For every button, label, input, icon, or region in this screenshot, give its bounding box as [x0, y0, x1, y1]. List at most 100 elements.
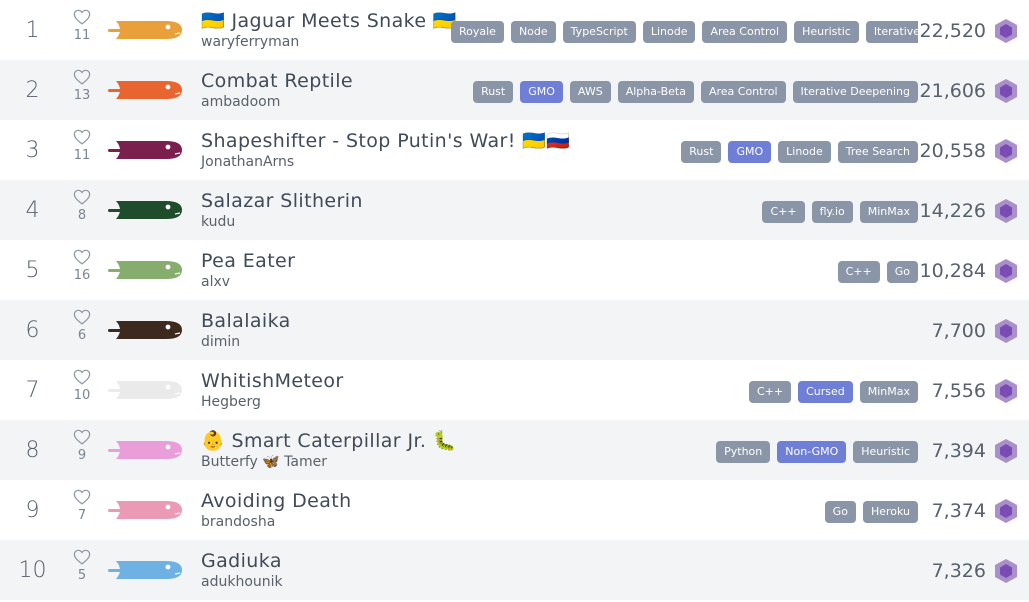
rank-number: 6	[25, 318, 40, 343]
author-name[interactable]: Butterfy 🦋 Tamer	[201, 453, 457, 471]
heart-icon[interactable]	[73, 129, 91, 145]
tag-badge: fly.io	[811, 201, 853, 223]
tag-list: C++ Cursed MinMax	[748, 381, 918, 403]
snake-info[interactable]: Shapeshifter - Stop Putin's War! 🇺🇦🇷🇺 Jo…	[201, 129, 570, 171]
gem-icon	[995, 259, 1017, 283]
tag-list: C++ Go	[837, 261, 918, 283]
leaderboard-row[interactable]: 7 10 WhitishMeteor Hegberg C++ Cursed MinM…	[0, 360, 1029, 420]
tag-list: Python Non-GMO Heuristic	[716, 441, 918, 463]
heart-icon[interactable]	[73, 189, 91, 205]
rank-number: 10	[18, 558, 47, 583]
author-name[interactable]: Hegberg	[201, 393, 344, 411]
leaderboard-row[interactable]: 10 5 Gadiuka adukhounik 7,326	[0, 540, 1029, 600]
tag-badge: Non-GMO	[777, 441, 847, 463]
leaderboard-row[interactable]: 1 11 🇺🇦 Jaguar Meets Snake 🇺🇦 waryferrym…	[0, 0, 1029, 60]
like-control[interactable]: 11	[62, 9, 102, 43]
leaderboard-row[interactable]: 6 6 Balalaika dimin 7,700	[0, 300, 1029, 360]
like-control[interactable]: 13	[62, 69, 102, 103]
like-control[interactable]: 5	[62, 549, 102, 583]
snake-name[interactable]: Salazar Slitherin	[201, 189, 363, 213]
like-control[interactable]: 10	[62, 369, 102, 403]
like-control[interactable]: 8	[62, 189, 102, 223]
tag-badge: GMO	[728, 141, 772, 163]
tag-badge: Iterative Deepening	[792, 81, 918, 103]
snake-name[interactable]: Avoiding Death	[201, 489, 352, 513]
author-name[interactable]: dimin	[201, 333, 291, 351]
leaderboard-row[interactable]: 3 11 Shapeshifter - Stop Putin's War! 🇺🇦…	[0, 120, 1029, 180]
snake-info[interactable]: Avoiding Death brandosha	[201, 489, 352, 531]
snake-name[interactable]: Combat Reptile	[201, 69, 353, 93]
heart-icon[interactable]	[73, 549, 91, 565]
snake-name[interactable]: Shapeshifter - Stop Putin's War! 🇺🇦🇷🇺	[201, 129, 570, 153]
snake-avatar-icon	[108, 561, 182, 579]
like-control[interactable]: 9	[62, 429, 102, 463]
score-value: 7,374	[931, 500, 986, 522]
like-control[interactable]: 7	[62, 489, 102, 523]
snake-info[interactable]: Balalaika dimin	[201, 309, 291, 351]
heart-icon[interactable]	[73, 429, 91, 445]
snake-info[interactable]: Salazar Slitherin kudu	[201, 189, 363, 231]
author-name[interactable]: alxv	[201, 273, 295, 291]
like-count: 7	[77, 508, 87, 523]
tag-badge: Tree Search	[837, 141, 918, 163]
snake-name[interactable]: Gadiuka	[201, 549, 283, 573]
snake-name[interactable]: WhitishMeteor	[201, 369, 344, 393]
like-count: 13	[73, 88, 91, 103]
leaderboard-row[interactable]: 8 9 👶 Smart Caterpillar Jr. 🐛 Butterfy 🦋…	[0, 420, 1029, 480]
snake-avatar-icon	[108, 381, 182, 399]
snake-info[interactable]: 👶 Smart Caterpillar Jr. 🐛 Butterfy 🦋 Tam…	[201, 429, 457, 471]
snake-info[interactable]: Gadiuka adukhounik	[201, 549, 283, 591]
heart-icon[interactable]	[73, 489, 91, 505]
like-count: 16	[73, 268, 91, 283]
tag-list: Royale Node TypeScript Linode Area Control He…	[451, 21, 918, 43]
author-name[interactable]: kudu	[201, 213, 363, 231]
rank-number: 2	[25, 78, 40, 103]
tag-badge: Python	[716, 441, 771, 463]
score-value: 7,394	[931, 440, 986, 462]
rank-number: 7	[25, 378, 40, 403]
score-value: 7,700	[931, 320, 986, 342]
gem-icon	[995, 319, 1017, 343]
like-control[interactable]: 11	[62, 129, 102, 163]
author-name[interactable]: waryferryman	[201, 33, 457, 51]
snake-name[interactable]: 👶 Smart Caterpillar Jr. 🐛	[201, 429, 457, 453]
author-name[interactable]: adukhounik	[201, 573, 283, 591]
tag-badge: Rust	[681, 141, 722, 163]
tag-list: C++ fly.io MinMax	[762, 201, 918, 223]
like-control[interactable]: 16	[62, 249, 102, 283]
leaderboard: 1 11 🇺🇦 Jaguar Meets Snake 🇺🇦 waryferrym…	[0, 0, 1029, 600]
heart-icon[interactable]	[73, 249, 91, 265]
tag-badge: Linode	[642, 21, 696, 43]
snake-name[interactable]: Pea Eater	[201, 249, 295, 273]
rank-number: 8	[25, 438, 40, 463]
leaderboard-row[interactable]: 9 7 Avoiding Death brandosha Go Heroku 7,…	[0, 480, 1029, 540]
heart-icon[interactable]	[73, 369, 91, 385]
like-count: 5	[77, 568, 87, 583]
author-name[interactable]: brandosha	[201, 513, 352, 531]
snake-name[interactable]: Balalaika	[201, 309, 291, 333]
leaderboard-row[interactable]: 5 16 Pea Eater alxv C++ Go 10,284	[0, 240, 1029, 300]
heart-icon[interactable]	[73, 69, 91, 85]
tag-list: Go Heroku	[824, 501, 918, 523]
like-count: 11	[73, 148, 91, 163]
leaderboard-row[interactable]: 2 13 Combat Reptile ambadoom Rust GMO AWS A…	[0, 60, 1029, 120]
snake-name[interactable]: 🇺🇦 Jaguar Meets Snake 🇺🇦	[201, 9, 457, 33]
heart-icon[interactable]	[73, 309, 91, 325]
tag-badge: Go	[886, 261, 918, 283]
author-name[interactable]: ambadoom	[201, 93, 353, 111]
tag-badge: Royale	[451, 21, 504, 43]
snake-info[interactable]: WhitishMeteor Hegberg	[201, 369, 344, 411]
tag-badge: Heroku	[862, 501, 918, 523]
tag-badge: C++	[762, 201, 805, 223]
author-name[interactable]: JonathanArns	[201, 153, 570, 171]
leaderboard-row[interactable]: 4 8 Salazar Slitherin kudu C++ fly.io MinM…	[0, 180, 1029, 240]
snake-info[interactable]: Pea Eater alxv	[201, 249, 295, 291]
tag-badge: Rust	[473, 81, 514, 103]
gem-icon	[995, 139, 1017, 163]
tag-badge: C++	[748, 381, 792, 403]
like-control[interactable]: 6	[62, 309, 102, 343]
heart-icon[interactable]	[73, 9, 91, 25]
score-value: 7,556	[931, 380, 986, 402]
snake-info[interactable]: 🇺🇦 Jaguar Meets Snake 🇺🇦 waryferryman	[201, 9, 457, 51]
snake-info[interactable]: Combat Reptile ambadoom	[201, 69, 353, 111]
